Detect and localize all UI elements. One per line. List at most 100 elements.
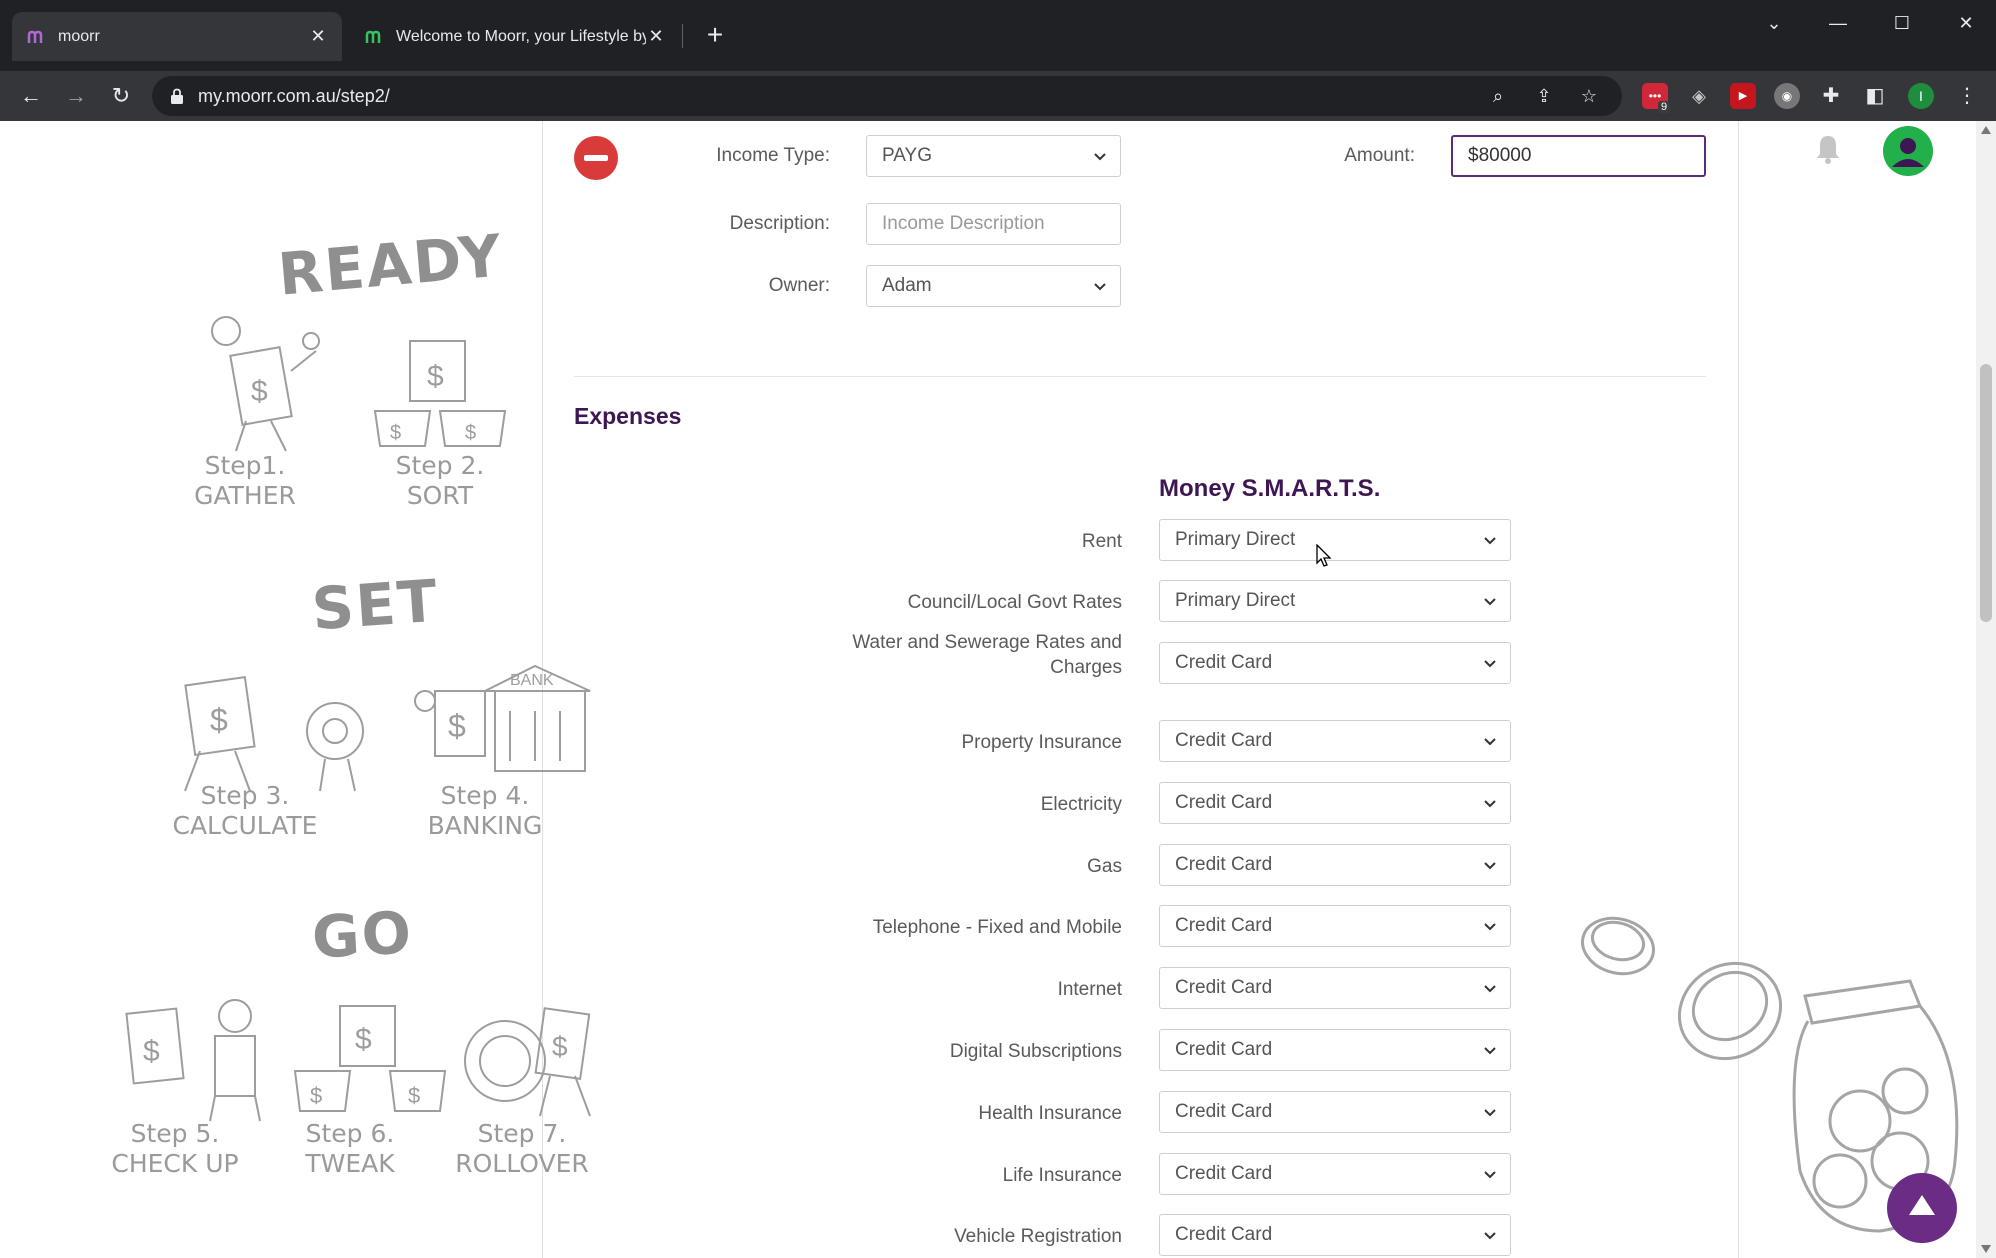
income-type-label: Income Type: (716, 145, 830, 166)
expense-label: Digital Subscriptions (949, 1041, 1122, 1062)
svg-text:$: $ (552, 1031, 568, 1062)
browser-menu-icon[interactable]: ⋮ (1954, 83, 1980, 109)
reload-icon[interactable]: ↻ (104, 79, 138, 113)
expenses-heading: Expenses (574, 403, 682, 429)
user-avatar[interactable] (1882, 125, 1934, 177)
mouse-cursor-icon (1316, 544, 1332, 567)
expense-payment-select[interactable]: Primary Direct (1159, 580, 1511, 622)
expense-payment-select[interactable]: Credit Card (1159, 642, 1511, 684)
address-bar[interactable]: my.moorr.com.au/step2/ ⌕ ⇪ ☆ (152, 76, 1622, 116)
income-type-select[interactable]: PAYG (866, 135, 1121, 177)
expense-payment-value: Primary Direct (1175, 590, 1296, 611)
owner-select[interactable]: Adam (866, 265, 1121, 307)
ready-heading: READY (275, 221, 506, 309)
extension-face-icon[interactable]: ◉ (1774, 83, 1800, 109)
zoom-icon[interactable]: ⌕ (1486, 84, 1510, 108)
chevron-down-icon (1484, 1171, 1496, 1179)
profile-avatar[interactable]: I (1908, 83, 1934, 109)
svg-text:$: $ (427, 360, 444, 393)
gather-doodle-icon: $ (211, 316, 320, 452)
scroll-up-arrow-icon[interactable] (1981, 126, 1991, 134)
expense-payment-select[interactable]: Credit Card (1159, 1029, 1511, 1071)
close-tab-icon[interactable]: ✕ (308, 26, 328, 47)
svg-text:$: $ (465, 422, 476, 444)
expense-label: Life Insurance (1002, 1165, 1122, 1186)
scroll-down-arrow-icon[interactable] (1981, 1245, 1991, 1253)
bank-sign: BANK (510, 672, 554, 689)
amount-label: Amount: (1344, 145, 1415, 166)
expense-payment-value: Credit Card (1175, 1224, 1273, 1245)
set-heading: SET (309, 566, 442, 644)
close-tab-icon[interactable]: ✕ (646, 26, 666, 47)
chevron-down-icon (1094, 153, 1106, 161)
rollover-doodle-icon: $ (464, 1007, 591, 1117)
back-arrow-icon[interactable]: ← (14, 79, 48, 113)
expense-payment-select[interactable]: Credit Card (1159, 720, 1511, 762)
money-smarts-heading: Money S.M.A.R.T.S. (1159, 475, 1381, 502)
expense-payment-value: Credit Card (1175, 1039, 1273, 1060)
step-5-label: Step 5. CHECK UP (111, 1119, 239, 1178)
svg-text:$: $ (210, 702, 228, 738)
tab-title: Welcome to Moorr, your Lifestyle by (396, 27, 646, 45)
step-1-label: Step1. GATHER (194, 451, 296, 510)
owner-label: Owner: (768, 275, 830, 296)
remove-income-button[interactable] (574, 136, 618, 180)
go-heading: GO (310, 898, 415, 972)
tab-moorr[interactable]: moorr ✕ (12, 12, 342, 61)
page-content: READY $ $ $ $ Step1. GATHER Step 2. SORT SET… (0, 121, 1996, 1258)
lock-icon (171, 88, 183, 104)
chevron-down-icon (1484, 1047, 1496, 1055)
expense-label: Water and Sewerage Rates and Charges (852, 632, 1122, 678)
chevron-down-icon (1484, 598, 1496, 606)
tab-welcome[interactable]: Welcome to Moorr, your Lifestyle by ✕ (350, 12, 680, 61)
scrollbar-thumb[interactable] (1980, 364, 1992, 622)
maximize-window-icon[interactable]: ☐ (1882, 8, 1922, 38)
expense-payment-value: Credit Card (1175, 977, 1273, 998)
bookmark-star-icon[interactable]: ☆ (1577, 84, 1601, 108)
expense-payment-select[interactable]: Credit Card (1159, 1091, 1511, 1133)
expense-payment-select[interactable]: Credit Card (1159, 1214, 1511, 1256)
svg-text:$: $ (408, 1083, 420, 1108)
expense-payment-select[interactable]: Primary Direct (1159, 519, 1511, 561)
side-panel-icon[interactable]: ◧ (1862, 83, 1888, 109)
check-up-doodle-icon: $ (125, 999, 261, 1122)
tweak-doodle-icon: $ $ $ (293, 1005, 447, 1112)
step-6-label: Step 6. TWEAK (305, 1119, 395, 1178)
section-divider (574, 376, 1706, 377)
expense-payment-value: Credit Card (1175, 792, 1273, 813)
expense-payment-value: Credit Card (1175, 1101, 1273, 1122)
expense-payment-select[interactable]: Credit Card (1159, 844, 1511, 886)
expense-payment-value: Credit Card (1175, 854, 1273, 875)
extension-video-icon[interactable]: ▶ (1730, 83, 1756, 109)
calculate-doodle-icon: $ (184, 676, 364, 792)
extensions-puzzle-icon[interactable]: ✚ (1818, 83, 1844, 109)
expense-payment-value: Credit Card (1175, 915, 1273, 936)
expense-payment-select[interactable]: Credit Card (1159, 967, 1511, 1009)
close-window-icon[interactable]: ✕ (1946, 8, 1986, 38)
expense-payment-select[interactable]: Credit Card (1159, 782, 1511, 824)
extension-shield-icon[interactable]: ◈ (1686, 83, 1712, 109)
expense-payment-select[interactable]: Credit Card (1159, 1153, 1511, 1195)
page-scrollbar[interactable] (1976, 121, 1996, 1258)
notification-bell-icon[interactable] (1814, 133, 1842, 165)
expense-label: Internet (1057, 979, 1122, 1000)
new-tab-plus-icon[interactable]: + (700, 20, 730, 50)
sort-doodle-icon: $ $ $ (373, 340, 507, 447)
amount-input[interactable]: $80000 (1451, 135, 1706, 177)
income-description-input[interactable]: Income Description (866, 203, 1121, 245)
chevron-down-icon (1484, 985, 1496, 993)
forward-arrow-icon[interactable]: → (59, 79, 93, 113)
svg-text:$: $ (448, 708, 466, 744)
step-2-label: Step 2. SORT (395, 451, 485, 510)
expense-label: Property Insurance (961, 732, 1122, 753)
moorr-green-favicon-icon (365, 30, 381, 43)
minimize-window-icon[interactable]: — (1818, 8, 1858, 38)
chevron-down-icon (1484, 923, 1496, 931)
scroll-to-top-button[interactable] (1887, 1173, 1957, 1243)
expense-label: Council/Local Govt Rates (907, 592, 1122, 613)
description-label: Description: (729, 213, 830, 234)
expense-payment-select[interactable]: Credit Card (1159, 905, 1511, 947)
share-icon[interactable]: ⇪ (1532, 84, 1556, 108)
chevron-down-icon (1484, 537, 1496, 545)
tab-search-chevron-icon[interactable]: ⌄ (1754, 8, 1794, 38)
